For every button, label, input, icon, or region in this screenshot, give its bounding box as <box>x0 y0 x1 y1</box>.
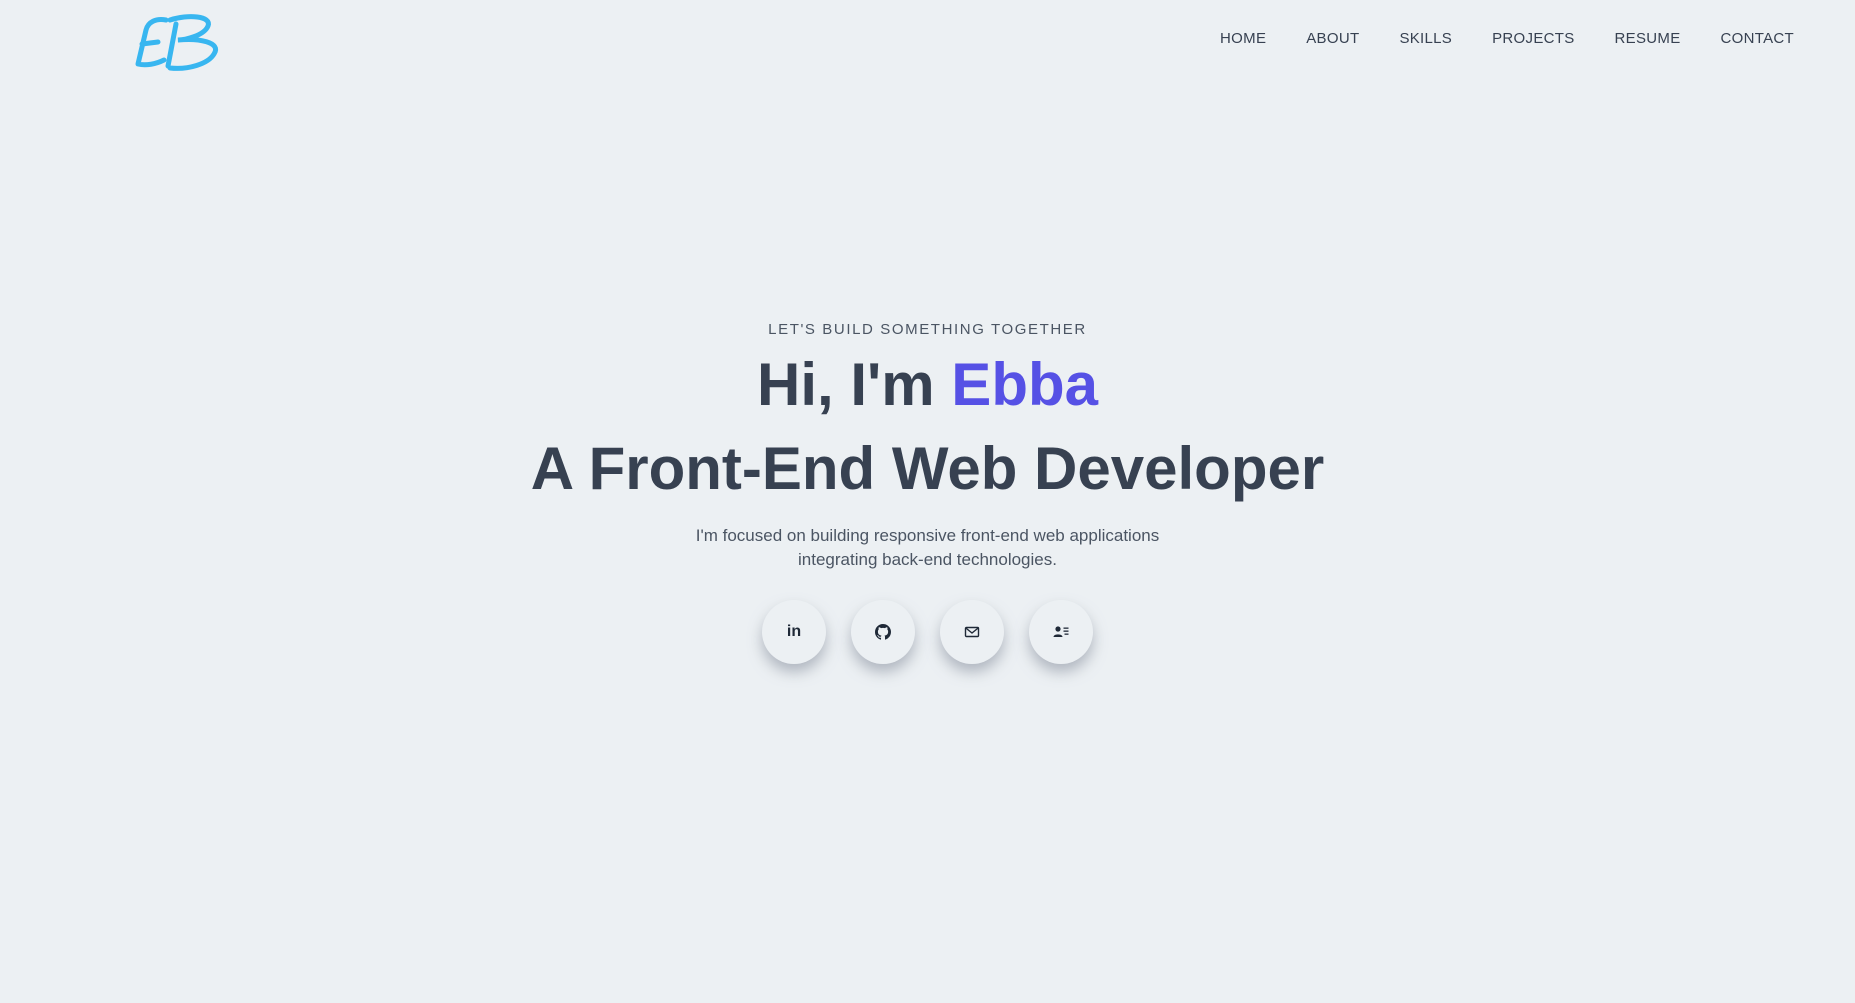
resume-contact-button[interactable] <box>1029 600 1093 664</box>
page: HOME ABOUT SKILLS PROJECTS RESUME CONTAC… <box>0 0 1855 1003</box>
linkedin-icon: in <box>786 623 802 640</box>
github-icon <box>875 624 891 640</box>
email-button[interactable] <box>940 600 1004 664</box>
linkedin-button[interactable]: in <box>762 600 826 664</box>
nav-about[interactable]: ABOUT <box>1306 26 1359 52</box>
hero-name: Ebba <box>951 351 1098 418</box>
nav-projects[interactable]: PROJECTS <box>1492 26 1574 52</box>
hero-eyebrow: LET'S BUILD SOMETHING TOGETHER <box>768 321 1087 338</box>
social-links: in <box>0 600 1855 664</box>
nav-contact[interactable]: CONTACT <box>1721 26 1794 52</box>
logo[interactable] <box>126 8 230 74</box>
main-nav: HOME ABOUT SKILLS PROJECTS RESUME CONTAC… <box>1180 26 1794 52</box>
contact-card-icon <box>1053 626 1069 637</box>
hero-role: A Front-End Web Developer <box>530 435 1325 502</box>
hero-section: LET'S BUILD SOMETHING TOGETHER Hi, I'm E… <box>0 320 1855 664</box>
nav-resume[interactable]: RESUME <box>1615 26 1681 52</box>
mail-icon <box>964 626 980 638</box>
logo-mark <box>135 14 219 71</box>
nav-home[interactable]: HOME <box>1220 26 1266 52</box>
hero-description: I'm focused on building responsive front… <box>695 526 1160 569</box>
hero-greeting: Hi, I'm Ebba <box>0 350 1855 420</box>
nav-skills[interactable]: SKILLS <box>1399 26 1452 52</box>
greeting-text: Hi, I'm <box>757 351 952 418</box>
github-button[interactable] <box>851 600 915 664</box>
